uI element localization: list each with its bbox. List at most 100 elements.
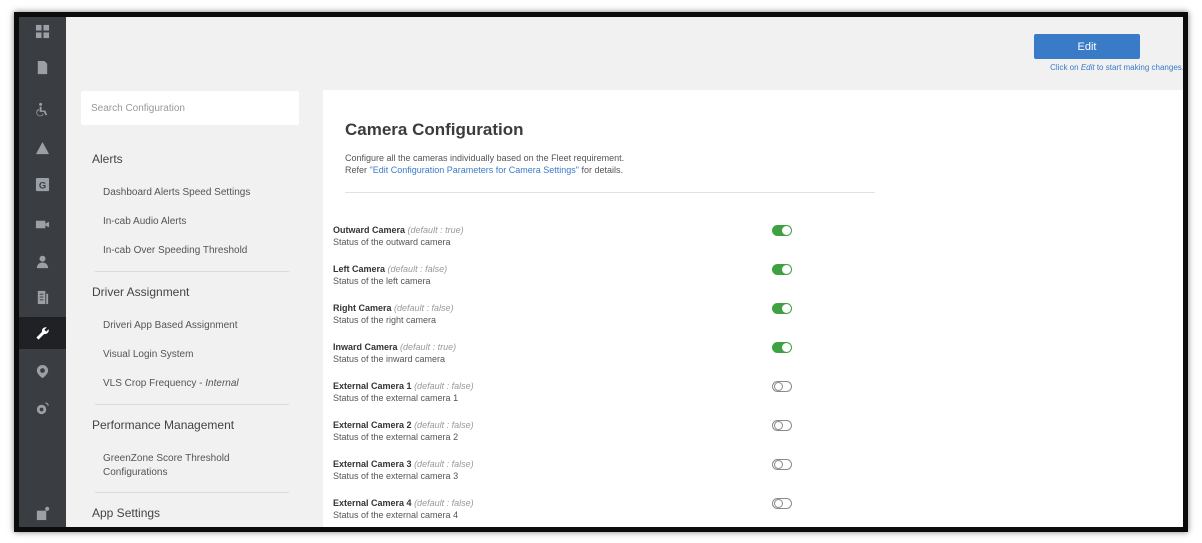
camera-default: (default : false): [414, 420, 474, 430]
camera-name: Outward Camera: [333, 225, 406, 235]
description-line: Configure all the cameras individually b…: [345, 153, 625, 163]
camera-configuration-panel: Camera Configuration Configure all the c…: [323, 90, 1183, 527]
camera-title: External Camera 1 (default : false): [333, 380, 793, 392]
location-icon[interactable]: [19, 357, 66, 385]
nav-item-greenzone-threshold[interactable]: GreenZone Score Threshold Configurations: [103, 452, 263, 480]
edit-hint-emphasis: Edit: [1080, 63, 1095, 72]
camera-row-external-camera-4: External Camera 4 (default : false) Statu…: [333, 497, 793, 527]
report-icon[interactable]: [19, 283, 66, 311]
camera-name: External Camera 1: [333, 381, 412, 391]
camera-title: Inward Camera (default : true): [333, 341, 793, 353]
toggle-knob: [782, 265, 791, 274]
camera-default: (default : false): [414, 498, 474, 508]
camera-status-text: Status of the outward camera: [333, 237, 451, 247]
camera-row-right-camera: Right Camera (default : false) Status of …: [333, 302, 793, 332]
g-icon[interactable]: G: [19, 170, 66, 198]
nav-item-vls-crop-frequency[interactable]: VLS Crop Frequency - Internal: [103, 377, 239, 391]
camera-default: (default : false): [414, 459, 474, 469]
dashboard-icon[interactable]: [19, 17, 66, 45]
alert-icon[interactable]: [19, 134, 66, 162]
toggle-right-camera[interactable]: [772, 303, 792, 314]
search-configuration-input[interactable]: [81, 91, 299, 125]
camera-name: Right Camera: [333, 303, 392, 313]
toggle-external-camera-3[interactable]: [772, 459, 792, 470]
panel-divider: [345, 192, 875, 193]
toggle-external-camera-2[interactable]: [772, 420, 792, 431]
toggle-outward-camera[interactable]: [772, 225, 792, 236]
camera-title: Outward Camera (default : true): [333, 224, 793, 236]
camera-default: (default : true): [407, 225, 464, 235]
camera-name: External Camera 4: [333, 498, 412, 508]
camera-default: (default : true): [400, 342, 457, 352]
satellite-icon[interactable]: [19, 394, 66, 422]
toggle-knob: [774, 499, 783, 508]
nav-item-vls-internal: Internal: [205, 378, 239, 389]
camera-default: (default : false): [394, 303, 454, 313]
toggle-knob: [774, 421, 783, 430]
nav-item-incab-over-speeding[interactable]: In-cab Over Speeding Threshold: [103, 244, 247, 258]
toggle-inward-camera[interactable]: [772, 342, 792, 353]
nav-item-vls-text: VLS Crop Frequency -: [103, 378, 206, 389]
panel-description: Configure all the cameras individually b…: [345, 152, 624, 176]
camera-row-external-camera-3: External Camera 3 (default : false) Statu…: [333, 458, 793, 488]
accessibility-icon[interactable]: [19, 95, 66, 123]
camera-row-external-camera-2: External Camera 2 (default : false) Statu…: [333, 419, 793, 449]
camera-name: Left Camera: [333, 264, 386, 274]
camera-default: (default : false): [414, 381, 474, 391]
svg-text:G: G: [39, 180, 46, 190]
toggle-external-camera-4[interactable]: [772, 498, 792, 509]
edit-button[interactable]: Edit: [1034, 34, 1140, 59]
nav-divider: [95, 271, 289, 272]
camera-status-text: Status of the external camera 2: [333, 432, 459, 442]
page-title: Camera Configuration: [345, 120, 524, 139]
camera-default: (default : false): [387, 264, 448, 274]
toggle-knob: [782, 226, 791, 235]
camera-title: Right Camera (default : false): [333, 302, 793, 314]
camera-status-text: Status of the external camera 4: [333, 510, 459, 520]
user-icon[interactable]: [19, 247, 66, 275]
camera-status-text: Status of the inward camera: [333, 354, 446, 364]
camera-title: External Camera 3 (default : false): [333, 458, 793, 470]
nav-section-performance-management[interactable]: Performance Management: [92, 418, 234, 432]
toggle-knob: [782, 343, 791, 352]
nav-item-incab-audio-alerts[interactable]: In-cab Audio Alerts: [103, 215, 186, 229]
camera-name: External Camera 2: [333, 420, 412, 430]
nav-divider: [95, 492, 289, 493]
reference-suffix: for details.: [579, 165, 624, 175]
toggle-knob: [782, 304, 791, 313]
camera-row-outward-camera: Outward Camera (default : true) Status of…: [333, 224, 793, 254]
camera-status-text: Status of the external camera 1: [333, 393, 459, 403]
camera-title: Left Camera (default : false): [333, 263, 793, 275]
document-icon[interactable]: [19, 53, 66, 81]
nav-item-driveri-app-assignment[interactable]: Driveri App Based Assignment: [103, 319, 238, 333]
camera-status-text: Status of the right camera: [333, 315, 437, 325]
edit-hint: Click on Edit to start making changes.: [1009, 63, 1184, 72]
toggle-external-camera-1[interactable]: [772, 381, 792, 392]
wrench-icon[interactable]: [19, 317, 66, 349]
edit-hint-prefix: Click on: [1050, 63, 1081, 72]
reference-prefix: Refer: [345, 165, 370, 175]
nav-section-driver-assignment[interactable]: Driver Assignment: [92, 285, 189, 299]
video-icon[interactable]: [19, 210, 66, 238]
camera-status-text: Status of the external camera 3: [333, 471, 459, 481]
icon-rail: G: [19, 17, 66, 527]
camera-status-text: Status of the left camera: [333, 276, 431, 286]
nav-section-alerts[interactable]: Alerts: [92, 152, 123, 166]
settings-icon[interactable]: [19, 499, 66, 527]
camera-settings-doc-link[interactable]: "Edit Configuration Parameters for Camer…: [370, 165, 579, 175]
nav-divider: [95, 404, 289, 405]
camera-name: Inward Camera: [333, 342, 398, 352]
toggle-knob: [774, 460, 783, 469]
camera-row-inward-camera: Inward Camera (default : true) Status of …: [333, 341, 793, 371]
nav-item-dashboard-alerts-speed[interactable]: Dashboard Alerts Speed Settings: [103, 186, 250, 200]
camera-title: External Camera 4 (default : false): [333, 497, 793, 509]
camera-name: External Camera 3: [333, 459, 412, 469]
nav-item-visual-login-system[interactable]: Visual Login System: [103, 348, 193, 362]
edit-hint-suffix: to start making changes.: [1094, 63, 1184, 72]
camera-row-external-camera-1: External Camera 1 (default : false) Statu…: [333, 380, 793, 410]
nav-section-app-settings[interactable]: App Settings: [92, 506, 160, 520]
description-reference: Refer "Edit Configuration Parameters for…: [345, 164, 624, 176]
toggle-left-camera[interactable]: [772, 264, 792, 275]
camera-row-left-camera: Left Camera (default : false) Status of t…: [333, 263, 793, 293]
camera-title: External Camera 2 (default : false): [333, 419, 793, 431]
